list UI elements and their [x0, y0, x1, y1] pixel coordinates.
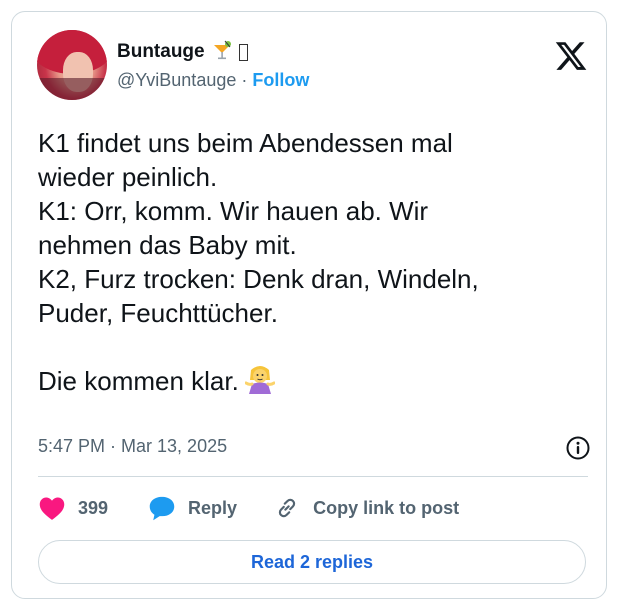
x-logo-icon[interactable] [554, 39, 588, 73]
follow-link[interactable]: Follow [252, 70, 309, 91]
author-handle[interactable]: @YviBuntauge [117, 70, 236, 91]
like-button[interactable]: 399 [38, 495, 108, 521]
like-count: 399 [78, 497, 109, 518]
woman-shrugging-icon [244, 364, 276, 402]
copy-link-label: Copy link to post [313, 497, 460, 518]
cocktail-icon [211, 39, 233, 66]
copy-link-button[interactable]: Copy link to post [273, 495, 459, 521]
tweet-body: K1 findet uns beim Abendessen mal wieder… [38, 128, 479, 396]
link-icon [278, 498, 296, 518]
reply-label: Reply [188, 497, 238, 518]
author-name-row: Buntauge [117, 40, 248, 64]
handle-separator: · [241, 70, 248, 90]
info-icon[interactable] [565, 435, 591, 461]
author-handle-row: @YviBuntauge · Follow [117, 70, 309, 91]
tweet-text: K1 findet uns beim Abendessen mal wieder… [38, 126, 598, 402]
tweet-card: Buntauge @YviBuntauge · Follow K1 findet… [11, 11, 607, 599]
avatar[interactable] [37, 30, 107, 100]
reply-button[interactable]: Reply [148, 495, 237, 521]
missing-glyph-icon [238, 43, 248, 61]
read-replies-button[interactable]: Read 2 replies [38, 540, 586, 584]
author-display-name[interactable]: Buntauge [117, 41, 205, 63]
tweet-timestamp[interactable]: 5:47 PM · Mar 13, 2025 [38, 436, 227, 457]
divider [38, 476, 588, 477]
reply-bubble-icon [149, 496, 175, 521]
action-bar: 399 Reply Copy link to post [38, 492, 459, 524]
read-replies-label: Read 2 replies [250, 551, 374, 572]
avatar-shadow [37, 78, 107, 100]
heart-icon [39, 497, 65, 520]
